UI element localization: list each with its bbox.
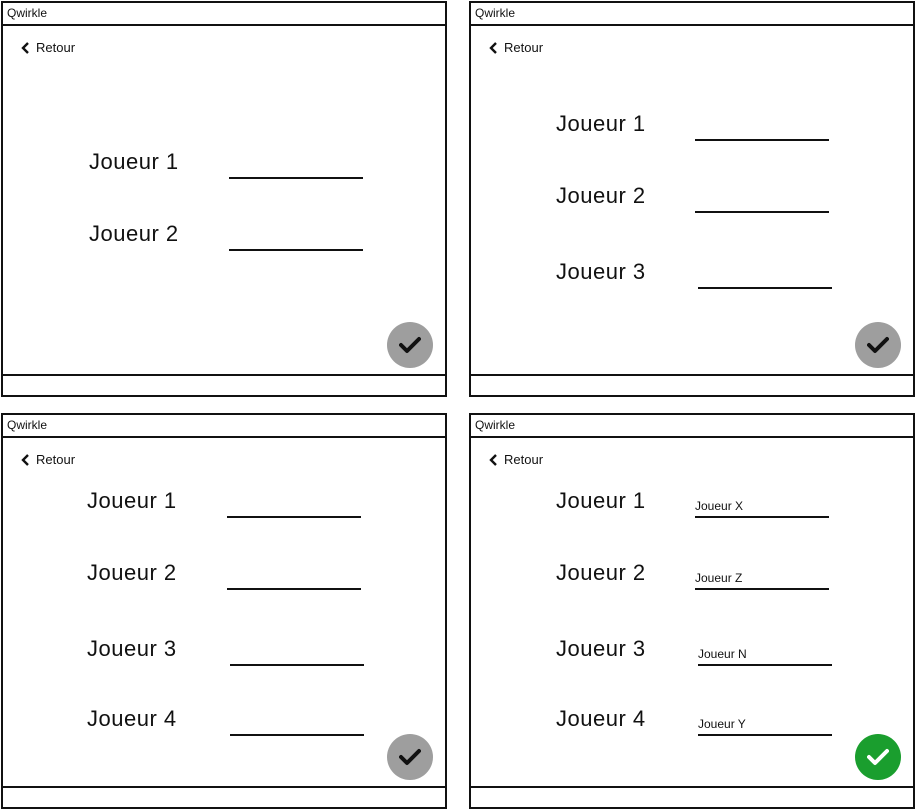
player-name-field[interactable] bbox=[695, 123, 829, 141]
player-label: Joueur 1 bbox=[556, 488, 646, 513]
player-name-value: Joueur X bbox=[695, 499, 744, 513]
chevron-left-icon bbox=[21, 453, 29, 466]
back-label: Retour bbox=[504, 452, 544, 467]
window-title: Qwirkle bbox=[3, 415, 445, 438]
check-icon bbox=[867, 749, 889, 765]
player-name-field[interactable] bbox=[230, 718, 364, 736]
status-bar bbox=[471, 786, 913, 807]
player-label: Joueur 2 bbox=[87, 560, 177, 585]
back-button[interactable]: Retour bbox=[21, 452, 75, 467]
player-label: Joueur 1 bbox=[556, 111, 646, 136]
player-name-field[interactable]: Joueur X bbox=[695, 499, 829, 518]
player-name-field[interactable] bbox=[695, 195, 829, 213]
player-label: Joueur 1 bbox=[89, 149, 179, 174]
confirm-button[interactable] bbox=[855, 734, 901, 780]
back-label: Retour bbox=[504, 40, 544, 55]
back-label: Retour bbox=[36, 452, 76, 467]
check-icon bbox=[399, 337, 421, 353]
chevron-left-icon bbox=[489, 41, 497, 54]
window-title: Qwirkle bbox=[471, 415, 913, 438]
check-icon bbox=[867, 337, 889, 353]
back-button[interactable]: Retour bbox=[489, 452, 543, 467]
player-label: Joueur 4 bbox=[87, 706, 177, 731]
player-name-field[interactable] bbox=[229, 233, 363, 251]
back-button[interactable]: Retour bbox=[21, 40, 75, 55]
player-label: Joueur 2 bbox=[556, 560, 646, 585]
confirm-button[interactable] bbox=[387, 322, 433, 368]
player-name-field[interactable] bbox=[227, 572, 361, 590]
player-name-field[interactable]: Joueur Z bbox=[695, 571, 829, 590]
player-name-field[interactable] bbox=[229, 161, 363, 179]
status-bar bbox=[3, 786, 445, 807]
status-bar bbox=[3, 374, 445, 395]
player-name-field[interactable] bbox=[698, 271, 832, 289]
player-name-field[interactable]: Joueur N bbox=[698, 647, 832, 666]
check-icon bbox=[399, 749, 421, 765]
player-label: Joueur 3 bbox=[556, 259, 646, 284]
chevron-left-icon bbox=[489, 453, 497, 466]
screen-four-players-filled: Qwirkle Retour Joueur 1 Joueur X Joueur … bbox=[469, 413, 915, 809]
player-label: Joueur 4 bbox=[556, 706, 646, 731]
back-button[interactable]: Retour bbox=[489, 40, 543, 55]
player-label: Joueur 2 bbox=[556, 183, 646, 208]
player-label: Joueur 1 bbox=[87, 488, 177, 513]
screen-three-players: Qwirkle Retour Joueur 1 Joueur 2 Joueur … bbox=[469, 1, 915, 397]
player-name-field[interactable]: Joueur Y bbox=[698, 717, 832, 736]
player-name-value: Joueur Z bbox=[695, 571, 743, 585]
screen-two-players: Qwirkle Retour Joueur 1 Joueur 2 bbox=[1, 1, 447, 397]
player-label: Joueur 2 bbox=[89, 221, 179, 246]
player-name-value: Joueur Y bbox=[698, 717, 746, 731]
confirm-button[interactable] bbox=[855, 322, 901, 368]
confirm-button[interactable] bbox=[387, 734, 433, 780]
player-name-field[interactable] bbox=[230, 648, 364, 666]
window-title: Qwirkle bbox=[3, 3, 445, 26]
status-bar bbox=[471, 374, 913, 395]
screen-four-players-empty: Qwirkle Retour Joueur 1 Joueur 2 Joueur … bbox=[1, 413, 447, 809]
chevron-left-icon bbox=[21, 41, 29, 54]
player-name-value: Joueur N bbox=[698, 647, 747, 661]
back-label: Retour bbox=[36, 40, 76, 55]
player-name-field[interactable] bbox=[227, 500, 361, 518]
player-label: Joueur 3 bbox=[556, 636, 646, 661]
player-label: Joueur 3 bbox=[87, 636, 177, 661]
window-title: Qwirkle bbox=[471, 3, 913, 26]
